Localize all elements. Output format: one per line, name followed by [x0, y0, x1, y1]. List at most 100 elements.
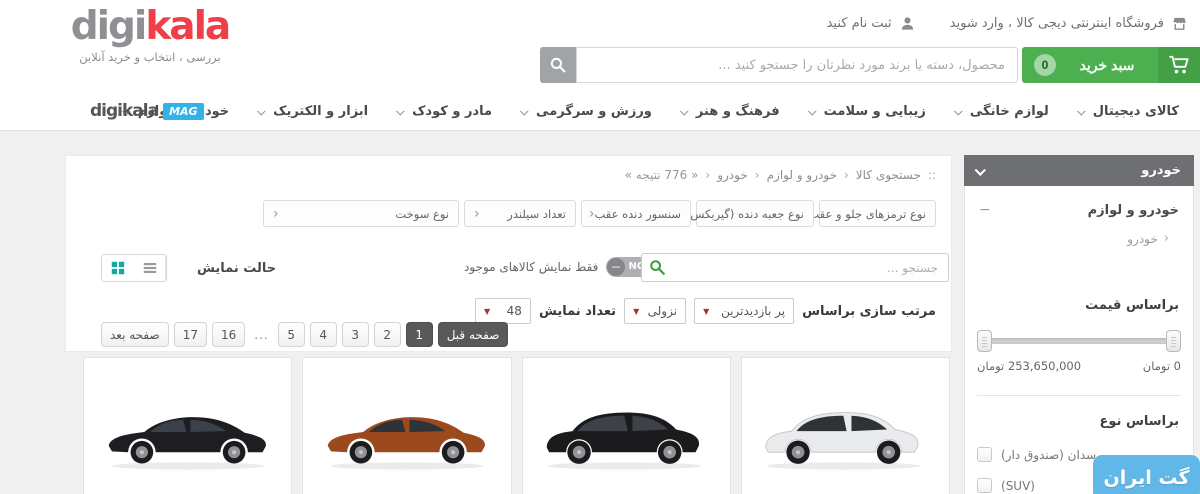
signup-link[interactable]: ثبت نام کنید: [827, 15, 916, 32]
inline-search-box: [641, 253, 949, 282]
sidebar-body: خودرو و لوازم − ‹ خودرو براساس قیمت 0 تو…: [964, 186, 1194, 494]
chip-label: نوع ترمزهای جلو و عقب: [808, 206, 926, 221]
logo-tagline: بررسی ، انتخاب و خرید آنلاین: [79, 49, 221, 64]
filter-chip-gearbox[interactable]: نوع جعبه دنده (گیربکس)‹: [680, 200, 814, 227]
sort-by-select[interactable]: پر بازدیدترین ▼: [694, 298, 795, 324]
page-button-5[interactable]: 5: [277, 322, 305, 347]
filter-sidebar: خودرو خودرو و لوازم − ‹ خودرو براساس قیم…: [964, 155, 1194, 494]
breadcrumb-separator: ‹: [754, 168, 760, 182]
digikala-logo[interactable]: digikala بررسی ، انتخاب و خرید آنلاین: [70, 4, 232, 64]
sort-order-select[interactable]: نزولی ▼: [624, 298, 687, 324]
collapse-minus-icon[interactable]: −: [979, 202, 991, 218]
nav-item-label: کالای دیجیتال: [1092, 104, 1179, 119]
nav-items: کالای دیجیتال لوازم خانگی زیبایی و سلامت…: [109, 93, 1194, 130]
per-page-select[interactable]: 48 ▼: [474, 298, 531, 324]
product-card-optima-black[interactable]: [83, 357, 293, 494]
slider-handle-min[interactable]: [1166, 330, 1181, 352]
sidebar-divider: [977, 395, 1181, 396]
nav-item-home-appliances[interactable]: لوازم خانگی: [941, 104, 1064, 119]
product-card-santafe-black[interactable]: [521, 357, 731, 494]
grid-view-button[interactable]: [102, 255, 134, 281]
filter-chip-rear-sensor[interactable]: سنسور دنده عقب ‹: [581, 200, 691, 227]
nav-item-tools-electric[interactable]: ابزار و الکتریک: [244, 104, 383, 119]
results-panel: :: جستجوی کالا ‹ خودرو و لوازم ‹ خودرو ‹…: [65, 155, 952, 352]
dropdown-caret-icon: ▼: [703, 306, 710, 316]
page-button-16[interactable]: 16: [211, 322, 246, 347]
filter-chip-brakes[interactable]: نوع ترمزهای جلو و عقب‹: [803, 200, 936, 227]
list-view-button[interactable]: [134, 255, 166, 281]
view-mode-label: حالت نمایش: [197, 260, 277, 276]
account-links: فروشگاه اینترنتی دیجی کالا ، وارد شوید ث…: [827, 15, 1188, 32]
per-page-label: تعداد نمایش: [538, 303, 617, 319]
view-mode-buttons: [101, 254, 167, 282]
page-button-1[interactable]: 1: [405, 322, 433, 347]
mag-badge: MAG: [163, 102, 204, 120]
top-header: digikala بررسی ، انتخاب و خرید آنلاین فر…: [0, 0, 1200, 93]
filter-chip-cylinders[interactable]: تعداد سیلندر ‹: [464, 200, 576, 227]
checkbox[interactable]: [977, 478, 992, 493]
sidebar-header[interactable]: خودرو: [964, 155, 1194, 186]
available-only-label: فقط نمایش کالاهای موجود: [464, 260, 599, 274]
inline-search-input[interactable]: [642, 254, 948, 281]
chevron-down-icon: [807, 106, 817, 116]
breadcrumb-separator: ‹: [843, 168, 849, 182]
breadcrumb-item-search[interactable]: جستجوی کالا: [856, 168, 921, 182]
chip-label: نوع جعبه دنده (گیربکس): [685, 206, 804, 221]
digikala-search-page: digikala بررسی ، انتخاب و خرید آنلاین فر…: [0, 0, 1200, 494]
product-card-optima-copper[interactable]: [302, 357, 512, 494]
nav-item-sport-entertainment[interactable]: ورزش و سرگرمی: [507, 104, 667, 119]
price-labels: 0 تومان 253,650,000 تومان: [977, 359, 1181, 373]
logo-part-kala: kala: [145, 4, 231, 49]
breadcrumb: :: جستجوی کالا ‹ خودرو و لوازم ‹ خودرو ‹…: [625, 168, 936, 182]
page-button-4[interactable]: 4: [309, 322, 337, 347]
cart-icon-zone: [1158, 47, 1200, 83]
next-page-button[interactable]: صفحه بعد: [101, 322, 169, 347]
nav-item-culture-art[interactable]: فرهنگ و هنر: [667, 104, 795, 119]
dropdown-caret-icon: ▼: [483, 306, 491, 316]
sort-by-value: پر بازدیدترین: [721, 304, 786, 318]
sort-row: مرتب سازی براساس پر بازدیدترین ▼ نزولی ▼…: [474, 298, 936, 324]
slider-handle-max[interactable]: [977, 330, 992, 352]
available-only-group: فقط نمایش کالاهای موجود NO: [464, 257, 654, 277]
toggle-knob[interactable]: [607, 258, 626, 276]
price-min-label: 0 تومان: [1142, 359, 1181, 373]
cart-button[interactable]: سبد خرید 0: [1022, 47, 1200, 83]
chevron-down-icon: [974, 164, 986, 176]
filter-chip-fuel-type[interactable]: نوع سوخت ‹: [263, 200, 459, 227]
breadcrumb-item-car[interactable]: خودرو: [717, 168, 748, 182]
sort-order-value: نزولی: [647, 304, 678, 318]
cart-icon: [1169, 55, 1189, 74]
sidebar-category-child[interactable]: ‹ خودرو: [989, 231, 1169, 246]
digikala-mag-link[interactable]: digikala MAG: [90, 101, 204, 121]
chevron-down-icon: [1076, 106, 1086, 116]
chevron-down-icon: [257, 106, 266, 116]
nav-item-mother-child[interactable]: مادر و کودک: [383, 104, 507, 119]
price-max-label: 253,650,000 تومان: [977, 359, 1082, 373]
product-card-tucson-white[interactable]: [740, 357, 950, 494]
prev-page-button[interactable]: صفحه قبل: [437, 322, 509, 347]
search-submit-button[interactable]: [540, 47, 576, 83]
login-link[interactable]: فروشگاه اینترنتی دیجی کالا ، وارد شوید: [950, 15, 1188, 32]
car-image: [546, 412, 702, 470]
page-button-17[interactable]: 17: [173, 322, 207, 347]
nav-item-label: زیبایی و سلامت: [823, 104, 926, 119]
results-count: « 776 نتیجه »: [624, 168, 699, 182]
chip-label: نوع سوخت: [395, 206, 449, 221]
car-image: [765, 412, 921, 470]
page-button-3[interactable]: 3: [341, 322, 369, 347]
checkbox[interactable]: [977, 447, 992, 462]
nav-item-digital-goods[interactable]: کالای دیجیتال: [1064, 104, 1194, 119]
list-view-icon: [143, 263, 156, 273]
breadcrumb-item-auto[interactable]: خودرو و لوازم: [767, 168, 837, 182]
main-search-input[interactable]: [576, 47, 1018, 83]
nav-item-label: مادر و کودک: [412, 104, 493, 119]
page-button-2[interactable]: 2: [373, 322, 401, 347]
type-filter-title: براساس نوع: [1099, 414, 1179, 429]
product-grid: [83, 357, 950, 494]
watermark-badge: گت ایران: [1093, 455, 1200, 494]
nav-item-beauty-health[interactable]: زیبایی و سلامت: [795, 104, 941, 119]
car-image: [327, 417, 485, 470]
nav-item-label: ورزش و سرگرمی: [536, 104, 652, 119]
grid-view-icon: [111, 261, 125, 275]
sidebar-category-parent[interactable]: خودرو و لوازم −: [965, 186, 1193, 218]
